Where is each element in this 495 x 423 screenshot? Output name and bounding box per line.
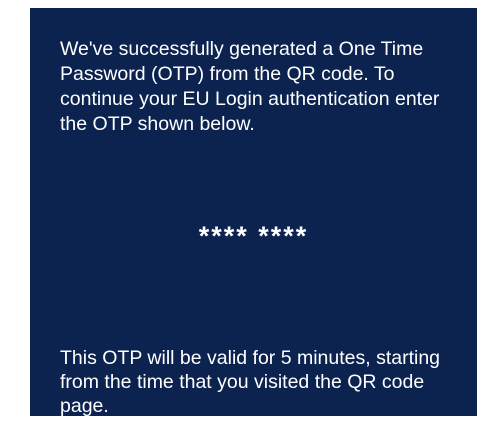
validity-message: This OTP will be valid for 5 minutes, st… (60, 347, 441, 417)
otp-screen: We've successfully generated a One Time … (30, 8, 477, 417)
otp-code: **** **** (198, 221, 309, 251)
intro-message: We've successfully generated a One Time … (60, 38, 440, 135)
